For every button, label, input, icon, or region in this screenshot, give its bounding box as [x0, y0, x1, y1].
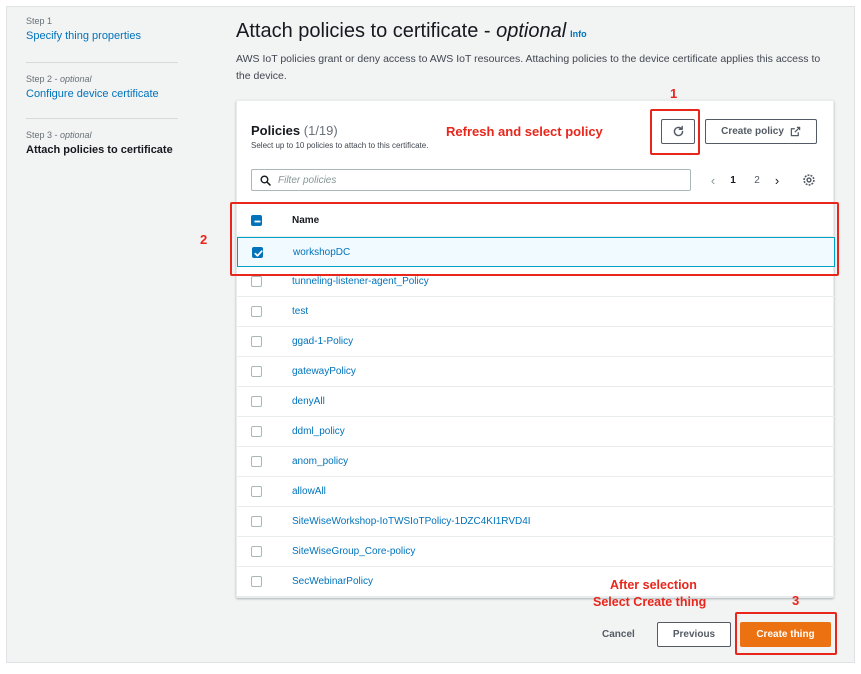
annotation-after-selection: After selection [610, 578, 697, 592]
annotation-number-2: 2 [200, 232, 208, 247]
step-3-optional: optional [60, 130, 92, 140]
annotation-box-refresh [650, 109, 700, 155]
annotation-number-1: 1 [670, 86, 678, 101]
policy-name-link[interactable]: anom_policy [292, 456, 348, 467]
table-row[interactable]: ggad-1-Policy [237, 327, 835, 357]
page-2[interactable]: 2 [745, 175, 769, 186]
annotation-select-create: Select Create thing [593, 595, 707, 609]
step-divider [26, 118, 178, 119]
step-1-caption: Step 1 [26, 16, 178, 26]
table-row[interactable]: ddml_policy [237, 417, 835, 447]
policy-name-link[interactable]: gatewayPolicy [292, 366, 356, 377]
row-checkbox[interactable] [251, 546, 262, 557]
policy-name-link[interactable]: allowAll [292, 486, 326, 497]
step-3: Step 3 - optional Attach policies to cer… [26, 130, 178, 156]
filter-policies-input[interactable] [278, 172, 678, 188]
policy-name-link[interactable]: ggad-1-Policy [292, 336, 353, 347]
step-1-number: Step 1 [26, 16, 53, 26]
external-link-icon [790, 126, 801, 137]
policies-title: Policies [251, 123, 301, 138]
step-1: Step 1 Specify thing properties [26, 16, 178, 42]
chevron-right-icon[interactable]: › [769, 173, 785, 188]
annotation-box-create-thing [735, 612, 837, 655]
policy-name-link[interactable]: tunneling-listener-agent_Policy [292, 276, 429, 287]
row-checkbox[interactable] [251, 576, 262, 587]
step-divider [26, 62, 178, 63]
step-2-link[interactable]: Configure device certificate [26, 88, 178, 100]
table-row[interactable]: anom_policy [237, 447, 835, 477]
table-row[interactable]: denyAll [237, 387, 835, 417]
policies-heading: Policies (1/19) [251, 123, 338, 138]
step-2-caption: Step 2 - optional [26, 74, 178, 84]
search-icon [260, 175, 271, 186]
policy-name-link[interactable]: SiteWiseWorkshop-IoTWSIoTPolicy-1DZC4KI1… [292, 516, 531, 527]
chevron-left-icon[interactable]: ‹ [705, 173, 721, 188]
row-checkbox[interactable] [251, 486, 262, 497]
row-checkbox[interactable] [251, 516, 262, 527]
step-2-number: Step 2 - [26, 74, 61, 84]
page-title-text: Attach policies to certificate - [236, 20, 497, 42]
annotation-number-3: 3 [792, 593, 800, 608]
policy-name-link[interactable]: denyAll [292, 396, 325, 407]
table-body: workshopDC tunneling-listener-agent_Polic… [237, 237, 835, 597]
row-checkbox[interactable] [251, 306, 262, 317]
previous-button[interactable]: Previous [657, 622, 731, 647]
policy-name-link[interactable]: SiteWiseGroup_Core-policy [292, 546, 415, 557]
page-description: AWS IoT policies grant or deny access to… [236, 53, 821, 82]
row-checkbox[interactable] [251, 456, 262, 467]
page-title: Attach policies to certificate - optiona… [236, 20, 587, 43]
row-checkbox[interactable] [251, 396, 262, 407]
create-policy-label: Create policy [721, 126, 784, 137]
annotation-refresh-note: Refresh and select policy [446, 124, 603, 139]
policy-name-link[interactable]: ddml_policy [292, 426, 345, 437]
policies-count: (1/19) [303, 123, 338, 138]
table-row[interactable]: SecWebinarPolicy [237, 567, 835, 597]
row-checkbox[interactable] [251, 276, 262, 287]
settings-gear-icon[interactable] [802, 173, 816, 187]
row-checkbox[interactable] [251, 366, 262, 377]
info-link[interactable]: Info [570, 29, 587, 39]
cancel-button[interactable]: Cancel [602, 629, 635, 640]
table-row[interactable]: SiteWiseGroup_Core-policy [237, 537, 835, 567]
step-2: Step 2 - optional Configure device certi… [26, 74, 178, 100]
policy-name-link[interactable]: test [292, 306, 308, 317]
step-3-caption: Step 3 - optional [26, 130, 178, 140]
policies-subtitle: Select up to 10 policies to attach to th… [251, 141, 429, 150]
step-3-number: Step 3 - [26, 130, 61, 140]
policies-panel: Policies (1/19) Select up to 10 policies… [236, 100, 835, 598]
step-2-optional: optional [60, 74, 92, 84]
annotation-box-selection [230, 202, 839, 276]
table-row[interactable]: SiteWiseWorkshop-IoTWSIoTPolicy-1DZC4KI1… [237, 507, 835, 537]
table-row[interactable]: test [237, 297, 835, 327]
table-row[interactable]: gatewayPolicy [237, 357, 835, 387]
page-1[interactable]: 1 [721, 175, 745, 186]
pagination: ‹ 1 2 › [705, 171, 785, 189]
step-1-link[interactable]: Specify thing properties [26, 30, 178, 42]
row-checkbox[interactable] [251, 336, 262, 347]
policy-name-link[interactable]: SecWebinarPolicy [292, 576, 373, 587]
table-row[interactable]: allowAll [237, 477, 835, 507]
page-title-optional: optional [496, 20, 567, 42]
step-3-current: Attach policies to certificate [26, 144, 173, 156]
row-checkbox[interactable] [251, 426, 262, 437]
create-policy-button[interactable]: Create policy [705, 119, 817, 144]
filter-policies-input-wrapper [251, 169, 691, 191]
